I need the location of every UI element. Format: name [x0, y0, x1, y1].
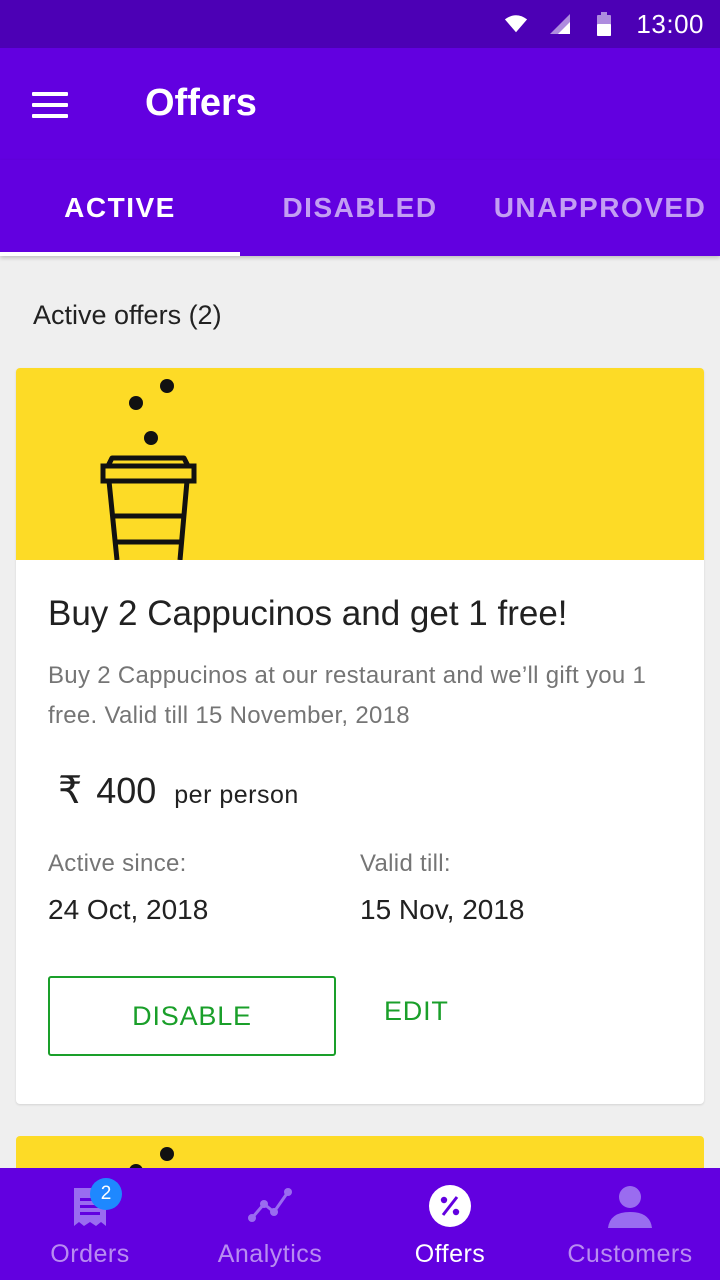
price-row: ₹ 400 per person — [58, 768, 299, 812]
offer-card[interactable]: Buy 2 Cappucinos and get 1 free! Buy 2 C… — [16, 368, 704, 1104]
orders-badge: 2 — [90, 1178, 122, 1210]
nav-analytics[interactable]: Analytics — [180, 1168, 360, 1280]
analytics-icon — [248, 1188, 292, 1222]
nav-customers[interactable]: Customers — [540, 1168, 720, 1280]
disable-button[interactable]: DISABLE — [48, 976, 336, 1056]
app-bar: Offers — [0, 48, 720, 160]
percent-badge-icon — [429, 1185, 471, 1227]
nav-orders[interactable]: 2 Orders — [0, 1168, 180, 1280]
tab-bar: ACTIVE DISABLED UNAPPROVED — [0, 160, 720, 256]
nav-customers-label: Customers — [567, 1240, 693, 1268]
tab-active[interactable]: ACTIVE — [0, 160, 240, 256]
active-since-label: Active since: — [48, 850, 187, 877]
offer-banner — [16, 368, 704, 560]
person-icon — [608, 1186, 652, 1228]
nav-offers-label: Offers — [414, 1240, 486, 1268]
tab-disabled[interactable]: DISABLED — [240, 160, 480, 256]
menu-icon[interactable] — [32, 92, 68, 118]
signal-icon — [548, 12, 572, 36]
offer-description: Buy 2 Cappucinos at our restaurant and w… — [48, 662, 647, 729]
battery-icon — [592, 12, 616, 36]
nav-offers[interactable]: Offers — [360, 1168, 540, 1280]
offer-title: Buy 2 Cappucinos and get 1 free! — [48, 594, 568, 633]
edit-button[interactable]: EDIT — [384, 996, 449, 1027]
coffee-cup-icon — [100, 379, 197, 560]
rupee-icon: ₹ — [58, 768, 83, 812]
tab-unapproved[interactable]: UNAPPROVED — [480, 160, 720, 256]
page-title: Offers — [145, 82, 257, 124]
active-since-value: 24 Oct, 2018 — [48, 894, 209, 925]
section-title: Active offers (2) — [33, 300, 222, 330]
valid-till-value: 15 Nov, 2018 — [360, 894, 525, 925]
clock-time: 13:00 — [636, 8, 704, 39]
price-value: 400 — [96, 770, 157, 811]
nav-analytics-label: Analytics — [217, 1240, 323, 1268]
price-unit: per person — [174, 781, 299, 809]
status-bar: 13:00 — [0, 0, 720, 48]
wifi-icon — [504, 12, 528, 36]
valid-till-label: Valid till: — [360, 850, 451, 877]
bottom-navigation: 2 Orders Analytics Offers Customers — [0, 1168, 720, 1280]
nav-orders-label: Orders — [50, 1240, 130, 1268]
